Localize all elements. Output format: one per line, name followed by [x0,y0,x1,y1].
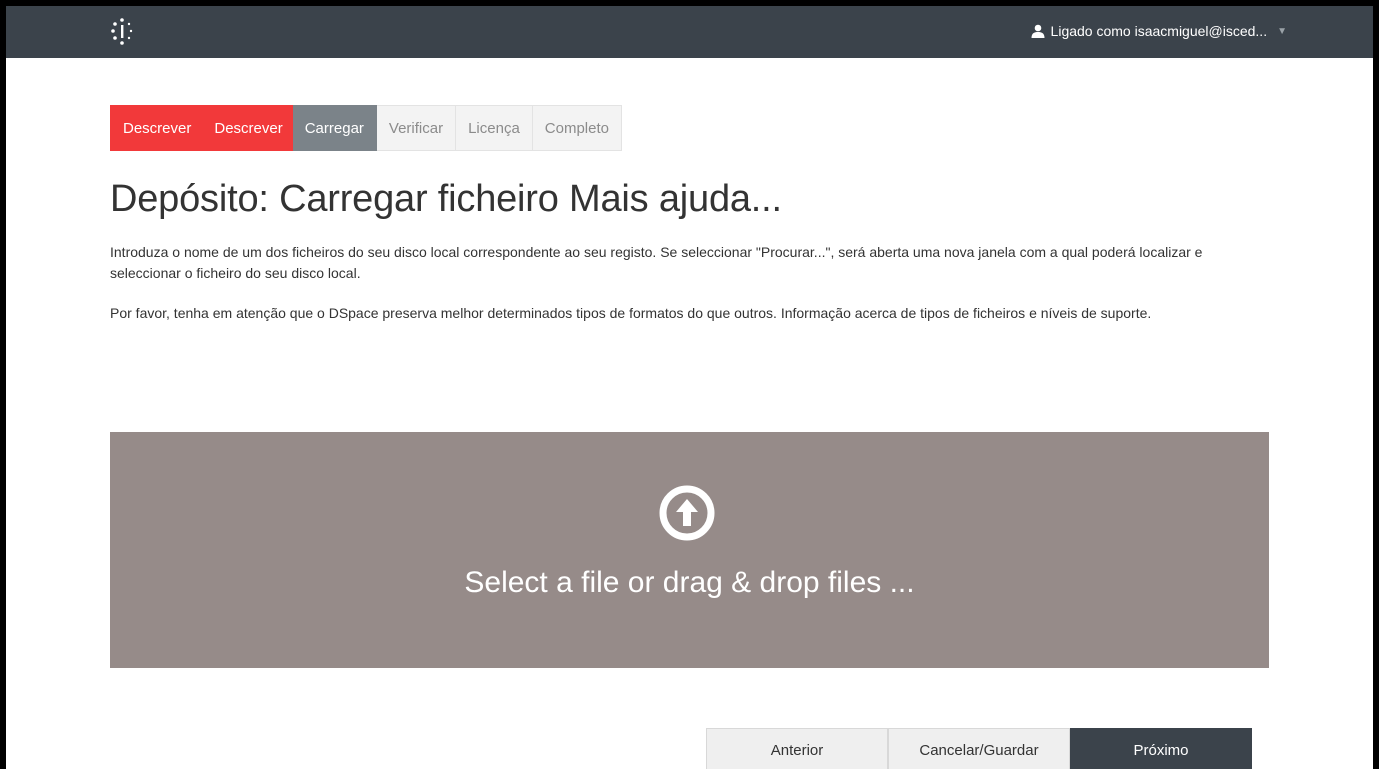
app-frame: Ligado como isaacmiguel@isced... ▼ Descr… [6,6,1373,769]
step-descrever-2[interactable]: Descrever [201,105,293,151]
step-completo[interactable]: Completo [532,105,622,151]
formats-info-paragraph: Por favor, tenha em atenção que o DSpace… [110,305,1152,321]
user-icon [1031,24,1045,38]
user-menu-label: Ligado como isaacmiguel@isced... [1050,23,1268,39]
step-verificar[interactable]: Verificar [376,105,457,151]
cancel-save-button[interactable]: Cancelar/Guardar [888,728,1070,769]
file-dropzone[interactable]: Select a file or drag & drop files ... [110,432,1269,668]
instructions-paragraph: Introduza o nome de um dos ficheiros do … [110,244,1203,281]
step-licenca[interactable]: Licença [456,105,533,151]
dspace-logo-icon[interactable] [106,16,138,48]
dropzone-label: Select a file or drag & drop files ... [464,566,915,599]
user-menu-dropdown[interactable]: Ligado como isaacmiguel@isced... ▼ [1031,23,1287,39]
upload-circle-icon [659,485,715,541]
page-title: Depósito: Carregar ficheiro Mais ajuda..… [110,178,782,220]
previous-button[interactable]: Anterior [706,728,888,769]
top-navbar: Ligado como isaacmiguel@isced... ▼ [6,6,1373,58]
next-button[interactable]: Próximo [1070,728,1252,769]
caret-down-icon: ▼ [1277,25,1287,37]
step-descrever-1[interactable]: Descrever [110,105,202,151]
progress-steps: Descrever Descrever Carregar Verificar L… [110,105,622,151]
step-carregar[interactable]: Carregar [292,105,377,151]
form-actions: Anterior Cancelar/Guardar Próximo [706,728,1252,769]
